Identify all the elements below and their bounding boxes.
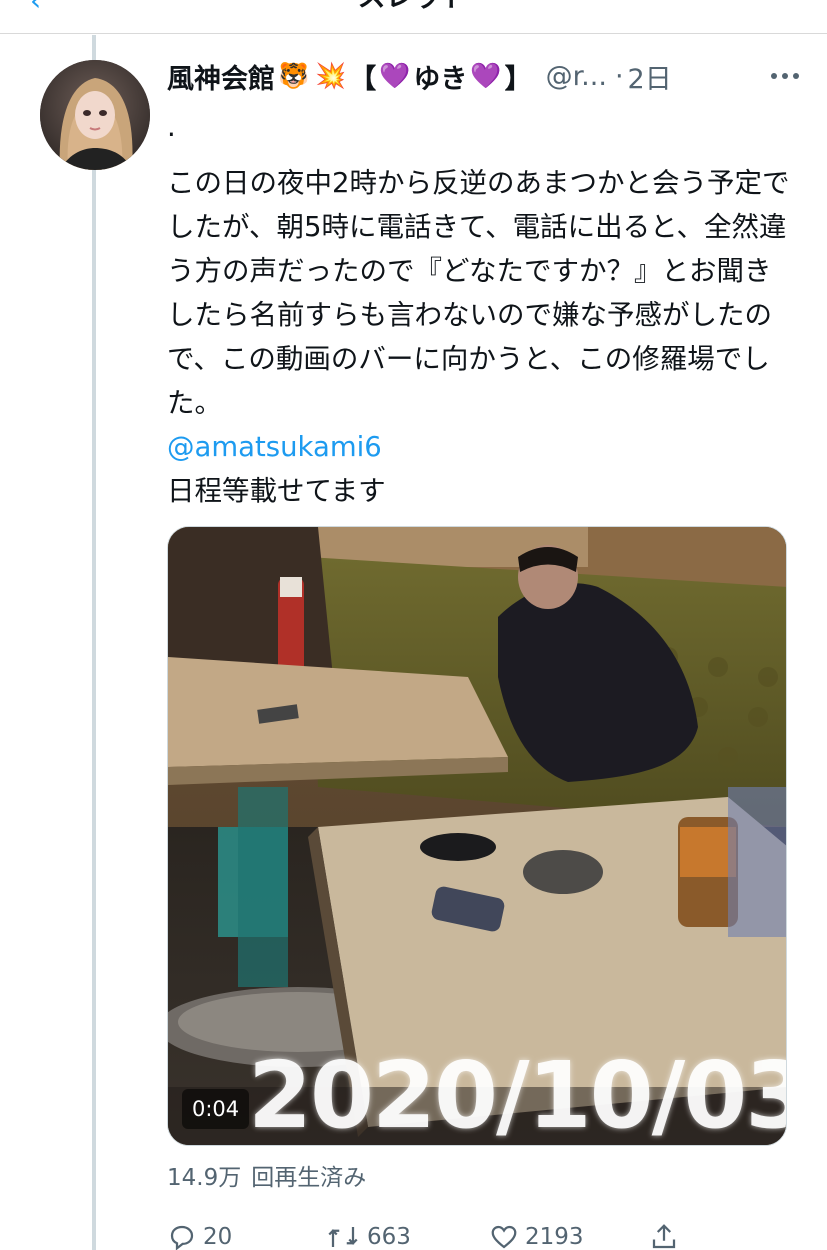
avatar[interactable] [40,60,150,170]
name-middle: ゆき [413,63,468,95]
heart-icon [491,1225,517,1249]
retweet-icon [328,1227,358,1247]
user-handle[interactable]: @r... [546,61,607,92]
video-player[interactable]: 2020/10/03 0:04 [167,526,787,1146]
purple-heart-icon: 💜 [470,61,502,90]
mention-link[interactable]: @amatsukami6 [167,425,797,469]
tweet-timestamp[interactable]: 2日 [628,57,672,96]
retweet-button[interactable]: 663 [325,1222,411,1250]
view-count: 14.9万 回再生済み [167,1158,366,1192]
purple-heart-icon: 💜 [379,61,411,90]
name-bracket-left: 【 [349,63,377,95]
top-nav-bar: ‹ スレッド [0,0,827,34]
like-button[interactable]: 2193 [489,1222,584,1250]
time-separator: · [614,60,624,92]
tiger-emoji-icon: 🐯 [278,61,310,90]
tweet-body: . この日の夜中2時から反逆のあまつかと会う予定でしたが、朝5時に電話きて、電話… [167,113,797,513]
share-icon [652,1224,676,1249]
video-date-overlay: 2020/10/03 [248,1042,787,1146]
more-dots-icon[interactable] [763,56,807,96]
more-dots-glyph [771,73,799,79]
view-count-number: 14.9万 [167,1165,242,1191]
tweet-body-dot: . [167,111,176,143]
reply-count: 20 [203,1224,233,1250]
share-button[interactable] [649,1222,685,1250]
reply-button[interactable]: 20 [167,1222,232,1250]
display-name[interactable]: 風神会館 [167,57,275,96]
view-count-label: 回再生済み [251,1165,367,1191]
tweet-header: 風神会館 🐯 💥 【 💜 ゆき 💜 】 @r... · 2日 [167,56,807,96]
retweet-count: 663 [367,1224,411,1250]
tweet-body-main: この日の夜中2時から反逆のあまつかと会う予定でしたが、朝5時に電話きて、電話に出… [167,167,790,419]
tweet-actions: 20 663 2193 [167,1222,807,1250]
collision-emoji-icon: 💥 [315,61,347,90]
tweet-body-tail: 日程等載せてます [167,475,386,507]
page-title: スレッド [0,0,827,11]
tweet-thread-screen: ‹ スレッド 風神会館 🐯 💥 【 💜 ゆき [0,0,827,1250]
thread-line [92,35,96,1250]
like-count: 2193 [525,1224,584,1250]
avatar-image [40,60,150,170]
name-bracket-right: 】 [504,63,532,95]
reply-icon [170,1225,194,1250]
video-duration-badge: 0:04 [182,1089,250,1129]
